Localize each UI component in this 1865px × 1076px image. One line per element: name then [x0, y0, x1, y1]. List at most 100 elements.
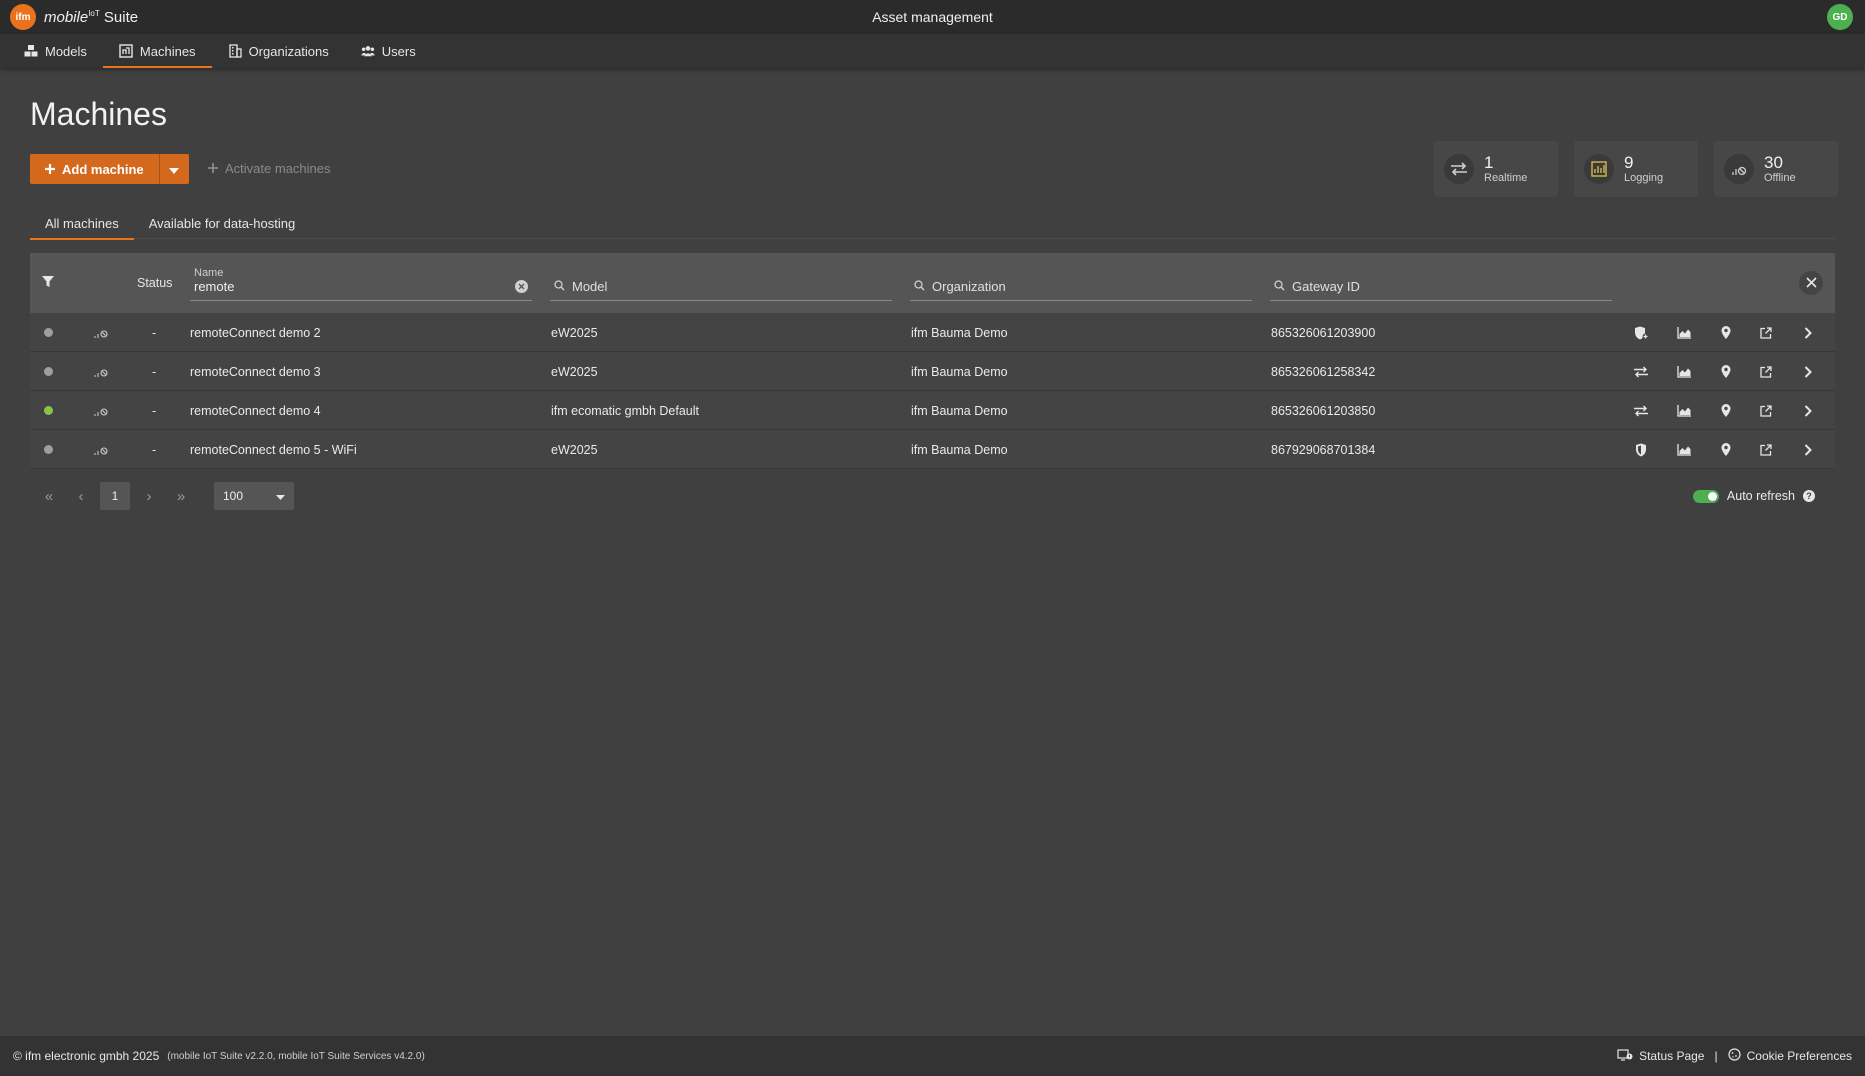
machine-organization: ifm Bauma Demo	[911, 364, 1008, 379]
footer: © ifm electronic gmbh 2025 (mobile IoT S…	[0, 1036, 1865, 1076]
chart-icon[interactable]	[1673, 430, 1695, 469]
map-marker-icon[interactable]	[1715, 313, 1737, 352]
signal-icon	[93, 313, 109, 352]
organization-filter-input[interactable]: Organization	[932, 279, 1006, 294]
nav-item-machines[interactable]: Machines	[102, 34, 212, 68]
cookie-preferences-link[interactable]: Cookie Preferences	[1728, 1048, 1852, 1064]
plus-icon	[208, 161, 218, 176]
add-machine-group: Add machine	[30, 154, 189, 184]
table-row[interactable]: - remoteConnect demo 4 ifm ecomatic gmbh…	[30, 391, 1835, 430]
external-link-icon[interactable]	[1755, 313, 1777, 352]
activate-machines-button[interactable]: Activate machines	[208, 161, 331, 176]
shield-plus-icon[interactable]	[1630, 313, 1652, 352]
map-marker-icon[interactable]	[1715, 391, 1737, 430]
chevron-right-icon[interactable]	[1797, 352, 1819, 391]
machine-tabs: All machines Available for data-hosting	[30, 207, 1835, 240]
machine-model: ifm ecomatic gmbh Default	[551, 403, 699, 418]
map-marker-icon[interactable]	[1715, 352, 1737, 391]
page-size-select[interactable]: 100	[214, 482, 294, 510]
pagination: « ‹ 1 › » 100	[36, 482, 294, 510]
machine-name[interactable]: remoteConnect demo 5 - WiFi	[190, 430, 357, 469]
arrows-exchange-icon	[1444, 154, 1474, 184]
machine-icon	[119, 44, 133, 58]
clear-all-filters-button[interactable]	[1799, 271, 1823, 295]
table-row[interactable]: - remoteConnect demo 2 eW2025 ifm Bauma …	[30, 313, 1835, 352]
machine-gateway-id: 865326061203900	[1271, 325, 1376, 340]
copyright: © ifm electronic gmbh 2025	[13, 1049, 160, 1063]
model-filter[interactable]: Model	[550, 267, 892, 301]
chart-icon[interactable]	[1673, 313, 1695, 352]
stat-realtime[interactable]: 1 Realtime	[1434, 141, 1558, 197]
clear-name-filter-icon[interactable]	[515, 280, 528, 293]
status-column-header[interactable]: Status	[137, 253, 172, 313]
nav-item-users[interactable]: Users	[345, 34, 432, 68]
auto-refresh-toggle[interactable]	[1692, 489, 1719, 503]
stat-offline[interactable]: 30 Offline	[1714, 141, 1838, 197]
chevron-right-icon[interactable]	[1797, 391, 1819, 430]
status-value: -	[152, 442, 157, 457]
ifm-logo: ifm	[10, 4, 36, 30]
prev-page-button[interactable]: ‹	[68, 483, 94, 509]
chart-icon[interactable]	[1673, 391, 1695, 430]
organization-filter[interactable]: Organization	[910, 267, 1252, 301]
current-page[interactable]: 1	[100, 482, 130, 510]
brand[interactable]: ifm mobileIoT Suite	[0, 4, 138, 30]
machine-gateway-id: 865326061258342	[1271, 364, 1376, 379]
gateway-filter-input[interactable]: Gateway ID	[1292, 279, 1360, 294]
arrows-exchange-icon[interactable]	[1630, 391, 1652, 430]
user-avatar[interactable]: GD	[1827, 4, 1853, 30]
name-filter[interactable]: Name remote	[190, 267, 532, 301]
machine-gateway-id: 865326061203850	[1271, 403, 1376, 418]
brand-name: mobileIoT Suite	[44, 8, 139, 26]
status-value: -	[152, 364, 157, 379]
table-row[interactable]: - remoteConnect demo 5 - WiFi eW2025 ifm…	[30, 430, 1835, 469]
machine-stats: 1 Realtime 9 Logging 30 Offline	[1434, 141, 1838, 197]
nav-item-organizations[interactable]: Organizations	[212, 34, 345, 68]
machine-model: eW2025	[551, 442, 598, 457]
external-link-icon[interactable]	[1755, 352, 1777, 391]
chart-icon[interactable]	[1673, 352, 1695, 391]
status-page-link[interactable]: Status Page	[1617, 1048, 1704, 1064]
model-filter-input[interactable]: Model	[572, 279, 607, 294]
add-machine-button[interactable]: Add machine	[30, 154, 159, 184]
auto-refresh-label: Auto refresh	[1726, 489, 1795, 503]
external-link-icon[interactable]	[1755, 391, 1777, 430]
building-icon	[228, 44, 242, 58]
tab-all-machines[interactable]: All machines	[30, 207, 134, 240]
machine-name[interactable]: remoteConnect demo 3	[190, 352, 321, 391]
search-icon	[914, 279, 925, 294]
online-indicator	[44, 391, 53, 430]
signal-icon	[93, 391, 109, 430]
app-title: Asset management	[872, 9, 993, 25]
arrows-exchange-icon[interactable]	[1630, 352, 1652, 391]
cubes-icon	[24, 44, 38, 58]
cookie-icon	[1728, 1048, 1741, 1064]
nav-item-models[interactable]: Models	[8, 34, 103, 68]
auto-refresh: Auto refresh ?	[1692, 489, 1815, 503]
table-row[interactable]: - remoteConnect demo 3 eW2025 ifm Bauma …	[30, 352, 1835, 391]
log-grid-icon	[1584, 154, 1614, 184]
online-indicator	[44, 352, 53, 391]
name-filter-input[interactable]: remote	[194, 279, 234, 294]
stat-logging[interactable]: 9 Logging	[1574, 141, 1698, 197]
chevron-right-icon[interactable]	[1797, 313, 1819, 352]
machine-organization: ifm Bauma Demo	[911, 442, 1008, 457]
map-marker-icon[interactable]	[1715, 430, 1737, 469]
machine-name[interactable]: remoteConnect demo 4	[190, 391, 321, 430]
add-machine-dropdown-button[interactable]	[158, 154, 189, 184]
online-indicator	[44, 430, 53, 469]
last-page-button[interactable]: »	[168, 483, 194, 509]
page-title: Machines	[30, 96, 167, 132]
first-page-button[interactable]: «	[36, 483, 62, 509]
machine-name[interactable]: remoteConnect demo 2	[190, 313, 321, 352]
version-info: (mobile IoT Suite v2.2.0, mobile IoT Sui…	[167, 1050, 425, 1062]
machines-table: Status Name remote Model Organization Ga…	[30, 253, 1835, 469]
external-link-icon[interactable]	[1755, 430, 1777, 469]
chevron-right-icon[interactable]	[1797, 430, 1819, 469]
tab-data-hosting[interactable]: Available for data-hosting	[134, 207, 310, 239]
help-icon[interactable]: ?	[1803, 490, 1815, 502]
shield-icon[interactable]	[1630, 430, 1652, 469]
next-page-button[interactable]: ›	[136, 483, 162, 509]
gateway-filter[interactable]: Gateway ID	[1270, 267, 1612, 301]
filter-toggle-button[interactable]	[42, 253, 54, 313]
